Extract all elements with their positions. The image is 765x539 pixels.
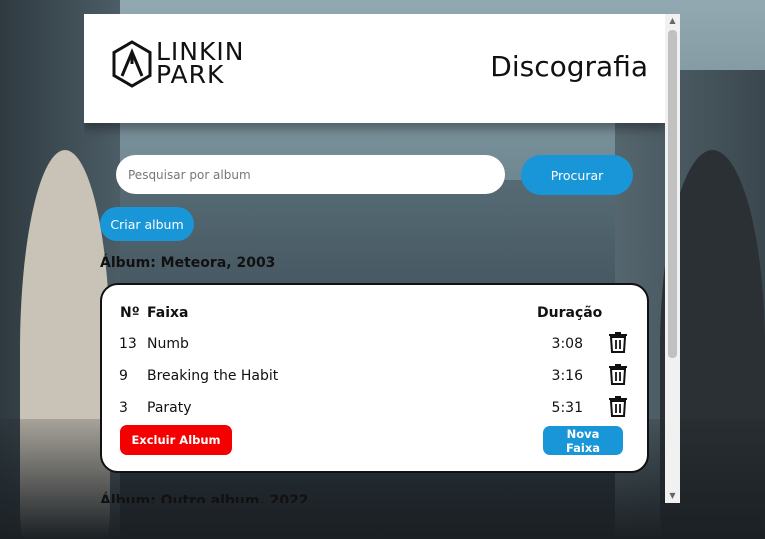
logo-line-2: PARK: [156, 60, 225, 89]
scroll-up-arrow-icon[interactable]: ▲: [665, 14, 680, 28]
main-panel: LINKIN PARK Discografia Procurar Criar a…: [84, 14, 665, 503]
album-title: Álbum: Outro album, 2022: [100, 493, 309, 503]
trash-icon[interactable]: [607, 362, 629, 386]
trash-icon[interactable]: [607, 394, 629, 418]
album-title: Álbum: Meteora, 2003: [100, 255, 276, 271]
create-album-button[interactable]: Criar album: [100, 207, 194, 241]
track-number: 9: [119, 368, 128, 384]
track-row: 9 Breaking the Habit 3:16: [102, 364, 647, 398]
search-input[interactable]: [116, 155, 505, 194]
track-duration: 3:08: [551, 336, 583, 352]
track-number: 13: [119, 336, 137, 352]
track-name: Numb: [147, 336, 189, 352]
track-row: 13 Numb 3:08: [102, 332, 647, 366]
page-title: Discografia: [490, 50, 648, 83]
scroll-thumb[interactable]: [668, 30, 677, 358]
column-header-number: Nº: [120, 305, 140, 321]
linkin-park-logo-icon: [112, 40, 152, 88]
search-button[interactable]: Procurar: [521, 155, 633, 195]
new-track-button[interactable]: Nova Faixa: [543, 426, 623, 455]
track-name: Breaking the Habit: [147, 368, 279, 384]
column-header-track: Faixa: [147, 305, 189, 321]
track-number: 3: [119, 400, 128, 416]
delete-album-button[interactable]: Excluir Album: [120, 425, 232, 455]
scrollbar[interactable]: ▲ ▼: [665, 14, 680, 503]
album-card: Nº Faixa Duração 13 Numb 3:08 9 Breaking…: [100, 283, 649, 473]
logo-text: LINKIN PARK: [156, 39, 244, 89]
band-logo: LINKIN PARK: [110, 39, 250, 89]
track-duration: 3:16: [551, 368, 583, 384]
track-name: Paraty: [147, 400, 192, 416]
column-header-duration: Duração: [537, 305, 603, 321]
page-header: LINKIN PARK Discografia: [84, 14, 665, 123]
trash-icon[interactable]: [607, 330, 629, 354]
scroll-down-arrow-icon[interactable]: ▼: [665, 489, 680, 503]
track-duration: 5:31: [551, 400, 583, 416]
